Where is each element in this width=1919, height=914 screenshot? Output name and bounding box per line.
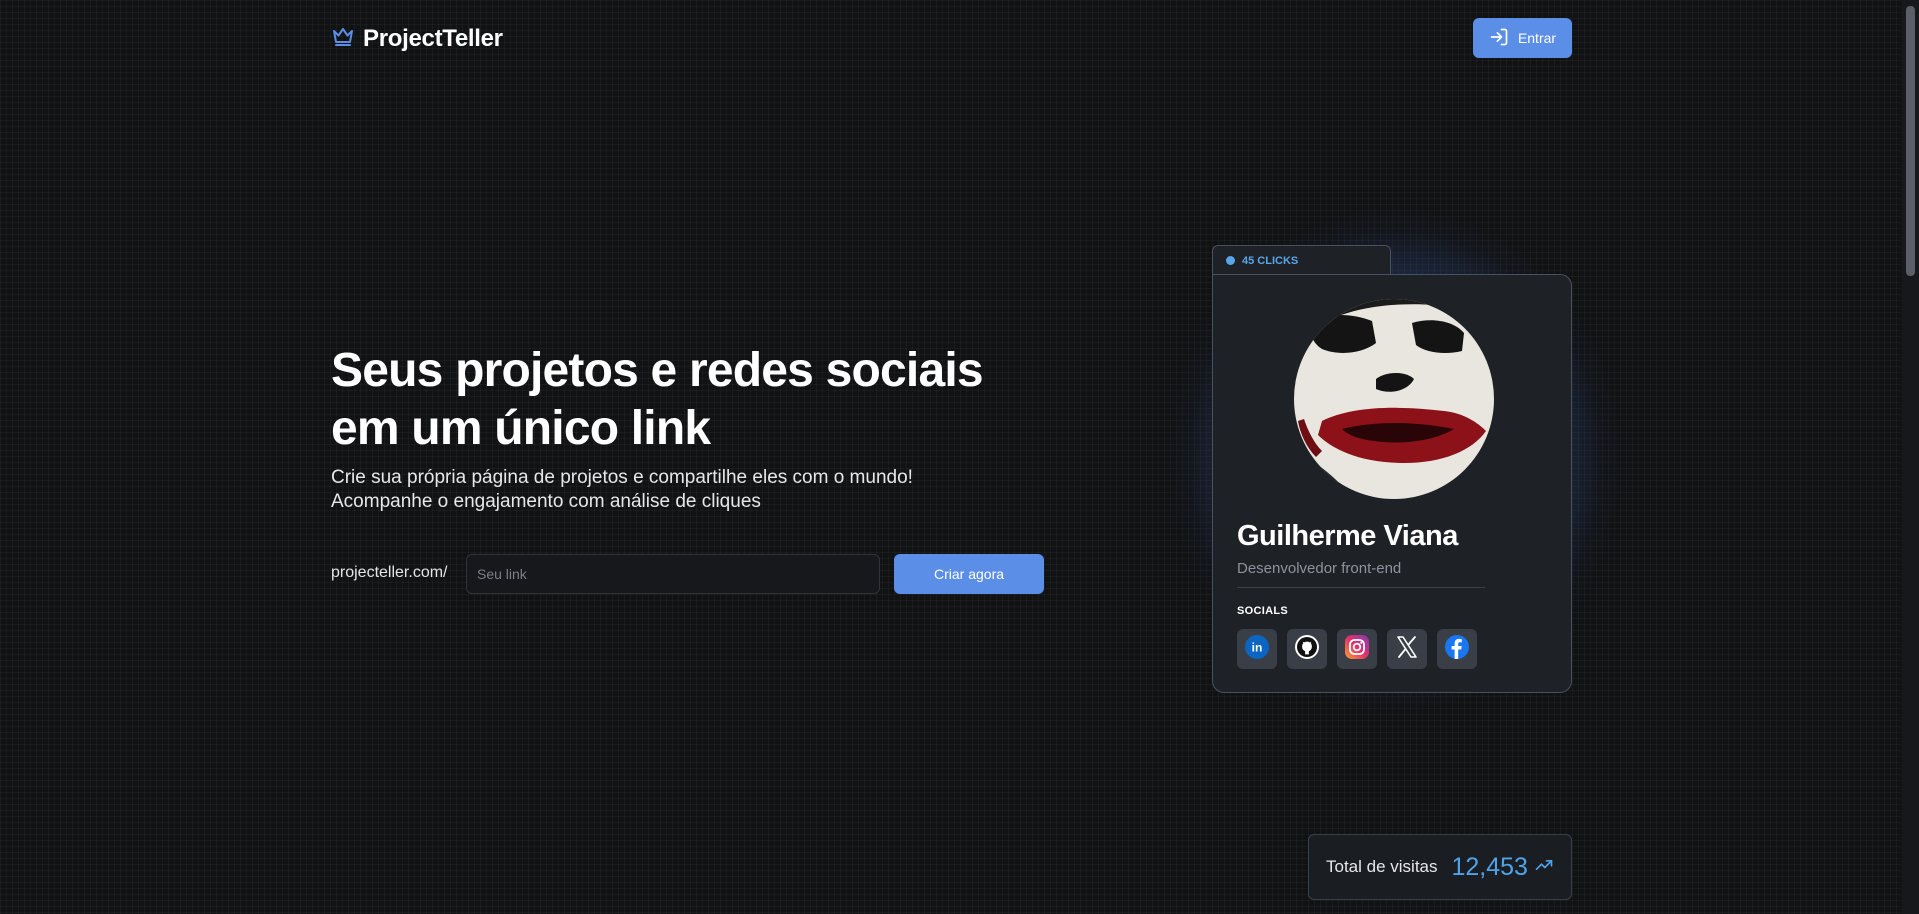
login-label: Entrar [1517, 30, 1557, 46]
visits-value: 12,453 [1451, 852, 1528, 881]
x-link[interactable] [1387, 629, 1427, 669]
hero-subtitle-line: Acompanhe o engajamento com análise de c… [331, 491, 761, 512]
x-icon [1394, 634, 1420, 665]
brand-name: ProjectTeller [363, 24, 503, 52]
logo[interactable]: ProjectTeller [331, 24, 503, 53]
facebook-link[interactable] [1437, 629, 1477, 669]
socials-list: in [1237, 629, 1477, 669]
page-scrollbar[interactable] [1902, 0, 1919, 914]
profile-role: Desenvolvedor front-end [1237, 560, 1402, 577]
linkedin-link[interactable]: in [1237, 629, 1277, 669]
profile-card: Guilherme Viana Desenvolvedor front-end … [1212, 274, 1572, 693]
create-now-button[interactable]: Criar agora [894, 554, 1044, 594]
clicks-badge: 45 CLICKS [1212, 245, 1391, 275]
avatar [1294, 299, 1494, 499]
login-button[interactable]: Entrar [1473, 18, 1572, 58]
login-arrow-icon [1489, 27, 1509, 50]
svg-text:in: in [1252, 640, 1263, 654]
socials-heading: SOCIALS [1237, 605, 1288, 617]
instagram-icon [1344, 634, 1370, 665]
crown-icon [331, 24, 355, 53]
status-dot-icon [1226, 256, 1235, 265]
linkedin-icon: in [1244, 634, 1270, 665]
hero-subtitle-line: Crie sua própria página de projetos e co… [331, 467, 913, 488]
hero-title: Seus projetos e redes sociais em um únic… [331, 344, 984, 455]
trending-up-icon [1528, 855, 1554, 880]
url-prefix: projecteller.com/ [331, 564, 448, 581]
total-visits-card: Total de visitas 12,453 [1308, 834, 1572, 900]
link-input[interactable] [466, 554, 880, 594]
profile-name: Guilherme Viana [1237, 520, 1458, 552]
github-link[interactable] [1287, 629, 1327, 669]
clicks-count: 45 CLICKS [1242, 254, 1299, 267]
github-icon [1294, 634, 1320, 665]
visits-label: Total de visitas [1326, 857, 1438, 876]
facebook-icon [1444, 634, 1470, 665]
hero-subtitle: Crie sua própria página de projetos e co… [331, 466, 1011, 514]
divider [1237, 587, 1485, 588]
instagram-link[interactable] [1337, 629, 1377, 669]
scrollbar-thumb[interactable] [1906, 6, 1915, 276]
